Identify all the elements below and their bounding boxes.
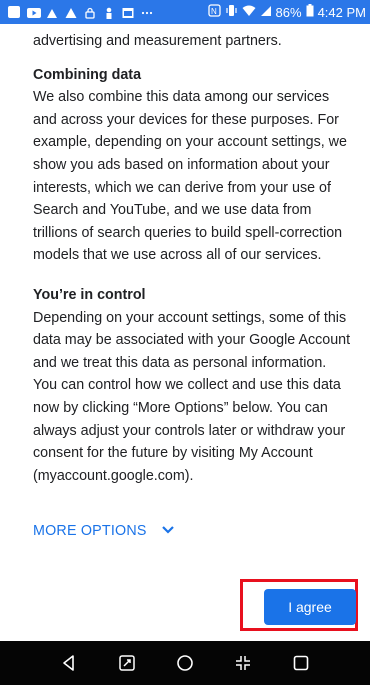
back-icon[interactable] <box>57 651 81 675</box>
alert-icon <box>65 6 77 18</box>
signal-icon <box>260 5 272 20</box>
status-bar: N 86% 4:42 PM <box>0 0 370 24</box>
calendar-icon <box>8 6 20 18</box>
app-icon <box>46 6 58 18</box>
home-icon[interactable] <box>173 651 197 675</box>
consent-text: advertising and measurement partners. Co… <box>33 30 353 487</box>
more-options-label: MORE OPTIONS <box>33 523 147 539</box>
vibrate-icon <box>225 4 238 20</box>
person-icon <box>103 6 115 19</box>
in-control-section: You’re in control Depending on your acco… <box>33 284 353 487</box>
combining-data-heading: Combining data <box>33 66 142 83</box>
intro-tail-text: advertising and measurement partners. <box>33 33 282 49</box>
lock-icon <box>84 6 96 19</box>
status-notification-icons <box>8 4 153 20</box>
battery-icon <box>306 4 314 20</box>
status-system-icons: N 86% 4:42 PM <box>207 3 366 21</box>
in-control-heading: You’re in control <box>33 286 146 303</box>
combining-data-body: We also combine this data among our serv… <box>33 89 347 264</box>
nfc-icon: N <box>207 4 221 20</box>
clock: 4:42 PM <box>317 4 366 20</box>
image-icon <box>122 6 134 18</box>
wifi-icon <box>242 5 256 20</box>
rotate-icon[interactable] <box>115 651 139 675</box>
more-options-button[interactable]: MORE OPTIONS <box>33 520 175 542</box>
chevron-down-icon <box>161 523 175 539</box>
more-icon <box>141 6 153 18</box>
svg-text:N: N <box>211 7 217 16</box>
agree-button[interactable]: I agree <box>264 589 356 625</box>
battery-percent: 86% <box>275 4 302 20</box>
navigation-bar <box>0 641 370 685</box>
recents-icon[interactable] <box>289 651 313 675</box>
split-screen-icon[interactable] <box>231 651 255 675</box>
youtube-icon <box>27 6 41 18</box>
in-control-body: Depending on your account settings, some… <box>33 309 351 484</box>
combining-data-section: Combining data We also combine this data… <box>33 64 353 267</box>
